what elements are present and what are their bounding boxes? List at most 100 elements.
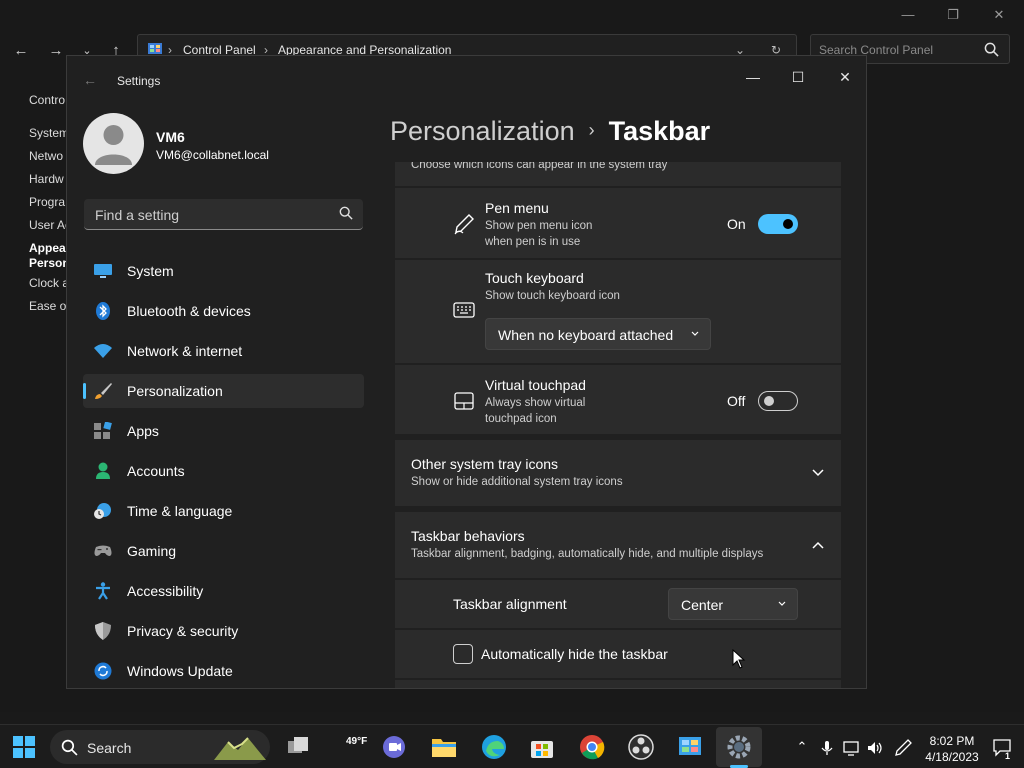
nav-item-label: Apps (127, 423, 159, 439)
autohide-checkbox[interactable] (453, 644, 473, 664)
accessibility-icon (96, 582, 110, 600)
nav-item-system[interactable]: System (83, 254, 364, 288)
sidebar-link-active[interactable]: Appea (29, 241, 66, 255)
nav-item-windows-update[interactable]: Windows Update (83, 654, 364, 688)
gamepad-icon (94, 545, 112, 556)
file-explorer-icon[interactable] (430, 733, 458, 761)
user-avatar-icon (95, 125, 132, 165)
touch-keyboard-dropdown[interactable]: When no keyboard attached (485, 318, 711, 350)
alignment-dropdown[interactable]: Center (668, 588, 798, 620)
system-tray-header-card[interactable]: Choose which icons can appear in the sys… (395, 162, 841, 186)
settings-window: ← Settings — ☐ ✕ VM6 VM6@collabnet.local… (66, 55, 867, 689)
clock[interactable]: 8:02 PM 4/18/2023 (924, 733, 980, 765)
network-display-icon[interactable] (842, 739, 860, 757)
person-icon (96, 462, 110, 479)
pen-icon[interactable] (894, 739, 912, 757)
search-icon[interactable] (984, 42, 999, 57)
nav-item-apps[interactable]: Apps (83, 414, 364, 448)
restore-button[interactable]: ❐ (938, 4, 968, 26)
wifi-icon (94, 344, 112, 358)
minimize-button[interactable]: — (738, 64, 768, 90)
nav-item-personalization[interactable]: Personalization (83, 374, 364, 408)
virtual-touchpad-subtitle-1: Always show virtual (485, 397, 586, 409)
nav-item-accounts[interactable]: Accounts (83, 454, 364, 488)
sidebar-link[interactable]: User Ac (29, 218, 66, 232)
sidebar-link-active[interactable]: Person (29, 256, 66, 270)
find-setting-input[interactable]: Find a setting (84, 199, 363, 230)
minimize-button[interactable]: — (893, 4, 923, 26)
other-tray-title: Other system tray icons (411, 456, 559, 472)
other-tray-icons-expander[interactable]: Other system tray icons Show or hide add… (395, 440, 841, 506)
pen-menu-state: On (727, 216, 746, 232)
taskbar: Search 49°F ⌃ 8:02 PM 4/18/2023 1 (0, 724, 1024, 768)
pen-menu-subtitle-2: when pen is in use (485, 236, 581, 248)
taskbar-search-label: Search (87, 740, 132, 756)
control-panel-titlebar: — ❐ ✕ (0, 0, 1024, 30)
back-arrow-icon[interactable]: ← (83, 72, 97, 88)
obs-studio-icon[interactable] (627, 733, 655, 761)
autohide-label[interactable]: Automatically hide the taskbar (481, 646, 668, 662)
sidebar-link[interactable]: System (29, 126, 66, 140)
touch-keyboard-row: Touch keyboard Show touch keyboard icon … (395, 260, 841, 363)
microphone-icon[interactable] (818, 739, 836, 757)
search-icon[interactable] (339, 206, 353, 220)
chevron-down-icon[interactable] (812, 468, 824, 478)
chrome-browser-icon[interactable] (578, 733, 606, 761)
sidebar-link[interactable]: Contro (29, 93, 66, 107)
notification-count: 1 (1005, 751, 1011, 761)
teams-chat-icon[interactable] (380, 733, 408, 761)
touch-keyboard-subtitle: Show touch keyboard icon (485, 290, 620, 302)
control-panel-taskbar-icon[interactable] (676, 733, 704, 761)
close-button[interactable]: ✕ (830, 64, 860, 90)
settings-titlebar: ← Settings — ☐ ✕ (67, 56, 866, 106)
pen-menu-toggle[interactable] (758, 214, 798, 234)
behaviors-subtitle: Taskbar alignment, badging, automaticall… (411, 548, 764, 560)
breadcrumb-parent[interactable]: Personalization (390, 116, 575, 146)
profile-name: VM6 (156, 129, 185, 145)
edge-browser-icon[interactable] (480, 733, 508, 761)
behaviors-title: Taskbar behaviors (411, 528, 525, 544)
nav-item-bluetooth[interactable]: Bluetooth & devices (83, 294, 364, 328)
clock-globe-icon (94, 503, 111, 519)
forward-arrow-icon[interactable]: → (45, 40, 67, 62)
touch-keyboard-title: Touch keyboard (485, 270, 584, 286)
sidebar-link[interactable]: Netwo (29, 149, 66, 163)
sidebar-link[interactable]: Progra (29, 195, 66, 209)
next-row-partial (395, 680, 841, 688)
weather-temperature[interactable]: 49°F (346, 736, 367, 747)
task-view-icon[interactable] (284, 733, 312, 761)
pen-icon (454, 214, 474, 235)
find-setting-placeholder: Find a setting (95, 207, 180, 223)
taskbar-behaviors-expander[interactable]: Taskbar behaviors Taskbar alignment, bad… (395, 512, 841, 578)
back-arrow-icon[interactable]: ← (10, 40, 32, 62)
nav-item-label: Accounts (127, 463, 185, 479)
chevron-up-icon[interactable]: ⌃ (793, 739, 811, 757)
avatar[interactable] (83, 113, 144, 174)
taskbar-search[interactable]: Search (50, 730, 270, 764)
nav-item-time-language[interactable]: Time & language (83, 494, 364, 528)
sidebar-link[interactable]: Hardw (29, 172, 66, 186)
sidebar-link[interactable]: Ease of (29, 299, 66, 313)
active-indicator (83, 383, 86, 399)
nav-item-label: Network & internet (127, 343, 243, 359)
nav-item-accessibility[interactable]: Accessibility (83, 574, 364, 608)
pen-menu-title: Pen menu (485, 200, 549, 216)
apps-icon (94, 422, 112, 439)
sidebar-link[interactable]: Clock a (29, 276, 66, 290)
chevron-up-icon[interactable] (812, 540, 824, 550)
nav-item-label: Gaming (127, 543, 177, 559)
shield-icon (95, 622, 111, 640)
windows-start-icon[interactable] (10, 733, 38, 761)
nav-item-gaming[interactable]: Gaming (83, 534, 364, 568)
microsoft-store-icon[interactable] (528, 733, 556, 761)
nav-item-network[interactable]: Network & internet (83, 334, 364, 368)
close-button[interactable]: ✕ (984, 4, 1014, 26)
maximize-button[interactable]: ☐ (783, 64, 813, 90)
mouse-cursor-icon (732, 649, 746, 669)
settings-gear-icon[interactable] (725, 733, 753, 761)
nav-item-label: Bluetooth & devices (127, 303, 251, 319)
virtual-touchpad-toggle[interactable] (758, 391, 798, 411)
nav-item-privacy-security[interactable]: Privacy & security (83, 614, 364, 648)
volume-icon[interactable] (866, 739, 884, 757)
nav-item-label: Privacy & security (127, 623, 239, 639)
